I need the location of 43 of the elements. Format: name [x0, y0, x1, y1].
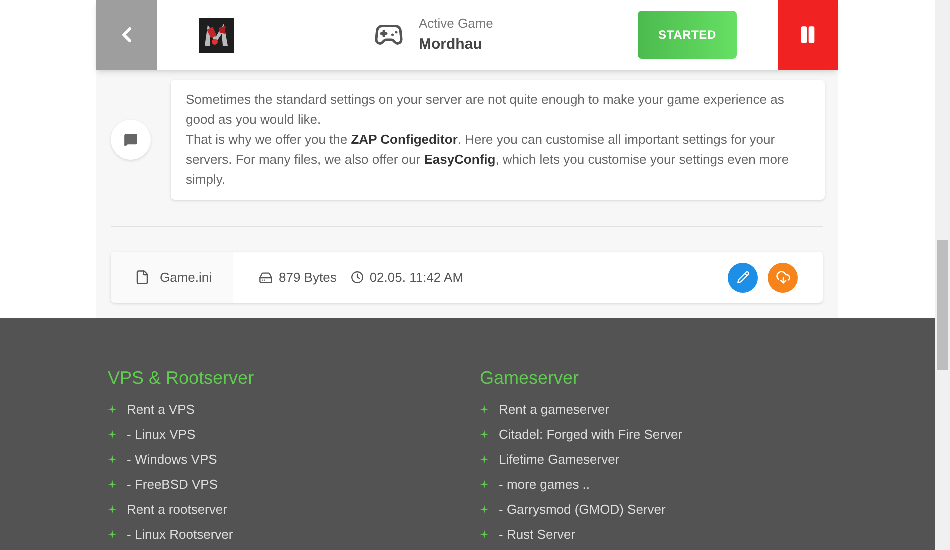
footer-link[interactable]: - FreeBSD VPS: [127, 474, 218, 494]
message-icon: [124, 133, 138, 147]
download-button[interactable]: [768, 262, 798, 292]
footer-link[interactable]: Citadel: Forged with Fire Server: [499, 424, 683, 444]
sparkle-icon: [480, 430, 489, 439]
file-icon: [135, 270, 150, 285]
footer-link[interactable]: - Windows VPS: [127, 450, 218, 470]
game-name: Mordhau: [419, 34, 484, 54]
sparkle-icon: [108, 505, 117, 514]
sparkle-icon: [480, 530, 489, 539]
sparkle-icon: [480, 405, 489, 414]
sparkle-icon: [108, 430, 117, 439]
pencil-icon: [736, 271, 750, 284]
footer-link[interactable]: Rent a rootserver: [127, 500, 228, 520]
footer-link[interactable]: - Linux VPS: [127, 424, 196, 444]
sparkle-icon: [108, 455, 117, 464]
active-game-label: Active Game: [419, 15, 494, 33]
scrollbar-thumb[interactable]: [937, 240, 948, 370]
info-paragraph: That is why we offer you the ZAP Configeditor. Here you can customise all important settings for your servers. For many files, we also offer our EasyConfig, which lets you customise your settings even more simply.: [186, 131, 790, 189]
file-date: 02.05. 11:42 AM: [370, 268, 464, 287]
footer-link[interactable]: Rent a gameserver: [499, 400, 610, 420]
footer-link[interactable]: - Rust Server: [499, 524, 576, 544]
info-paragraph: Sometimes the standard settings on your server are not quite enough to make your game experience as good as you would like.: [186, 91, 786, 129]
sparkle-icon: [480, 455, 489, 464]
footer-heading: VPS & Rootserver: [108, 367, 256, 390]
cloud-download-icon: [776, 270, 790, 285]
footer-link[interactable]: - Linux Rootserver: [127, 524, 234, 544]
footer-heading: Gameserver: [480, 367, 580, 390]
drive-icon: [259, 270, 273, 284]
pause-button[interactable]: [778, 0, 838, 70]
footer-link[interactable]: Lifetime Gameserver: [499, 450, 620, 470]
file-name: Game.ini: [160, 268, 212, 287]
clock-icon: [350, 271, 364, 284]
file-size: 879 Bytes: [279, 268, 337, 287]
sparkle-icon: [480, 505, 489, 514]
sparkle-icon: [108, 480, 117, 489]
footer-link[interactable]: Rent a VPS: [127, 400, 195, 420]
sparkle-icon: [480, 480, 489, 489]
sparkle-icon: [108, 530, 117, 539]
edit-button[interactable]: [728, 262, 758, 292]
footer-link[interactable]: - Garrysmod (GMOD) Server: [499, 500, 666, 520]
footer-link[interactable]: - more games ..: [499, 474, 590, 494]
sparkle-icon: [108, 405, 117, 414]
